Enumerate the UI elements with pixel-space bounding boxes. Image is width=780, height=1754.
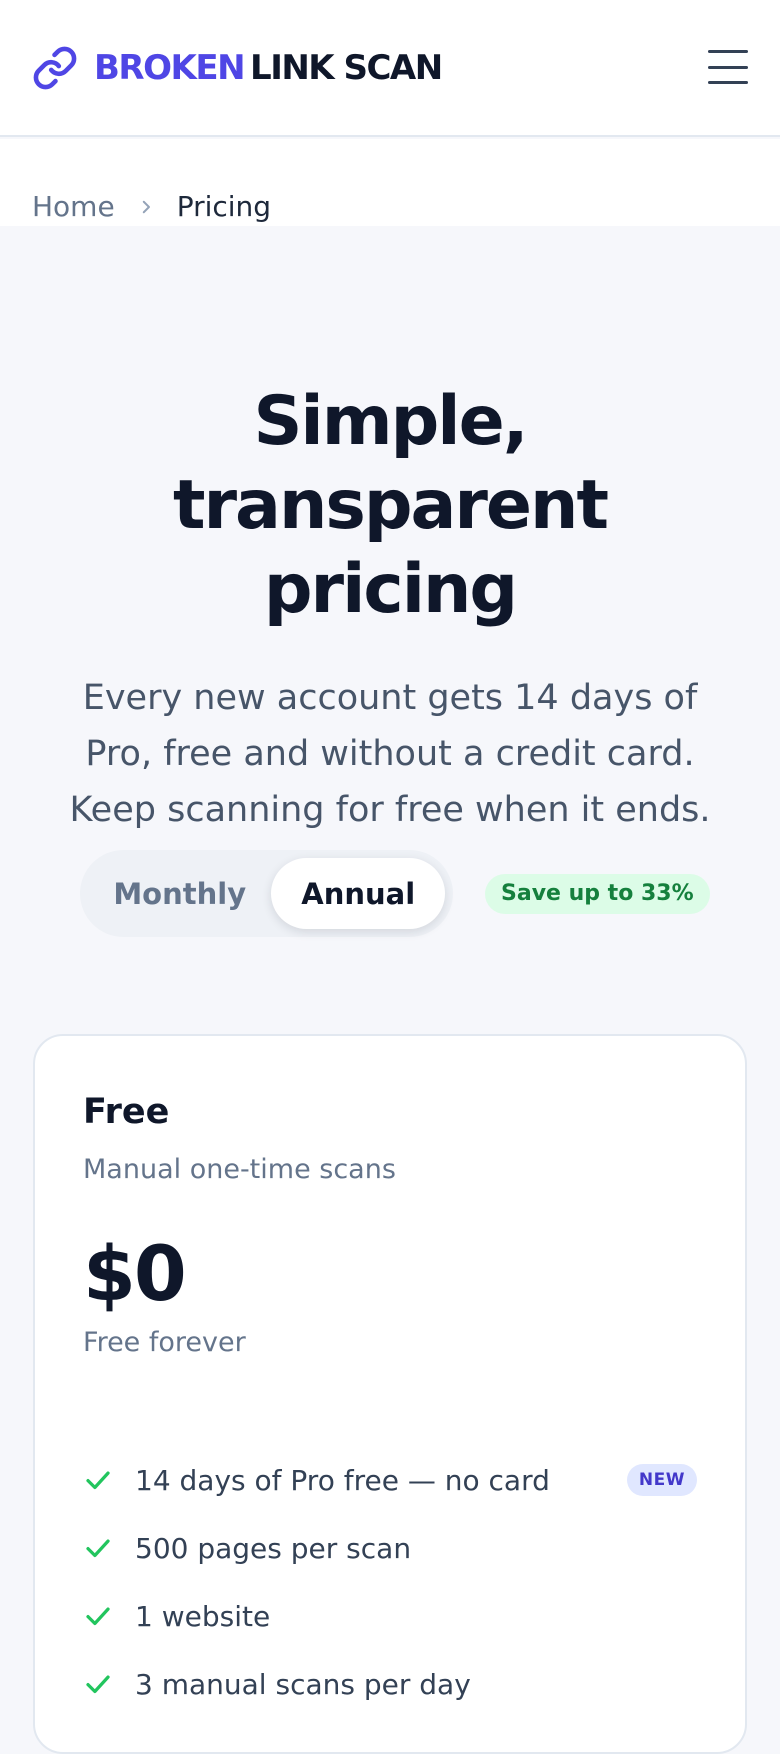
- page-title: Simple, transparent pricing: [173, 382, 609, 629]
- toggle-monthly[interactable]: Monthly: [88, 858, 271, 929]
- billing-period-toggle: Monthly Annual: [80, 850, 453, 937]
- plan-period: Free forever: [83, 1327, 246, 1358]
- breadcrumb-home-link[interactable]: Home: [32, 190, 115, 223]
- link-icon: [32, 45, 78, 91]
- feature-text: 500 pages per scan: [135, 1531, 412, 1565]
- check-icon: [83, 1465, 113, 1495]
- savings-badge: Save up to 33%: [485, 873, 710, 914]
- breadcrumb-current: Pricing: [176, 190, 272, 223]
- feature-text: 3 manual scans per day: [135, 1667, 471, 1701]
- plan-description: Manual one-time scans: [83, 1154, 396, 1185]
- check-icon: [83, 1533, 113, 1563]
- plan-price: $0: [83, 1229, 187, 1318]
- plan-card-free: Free Manual one-time scans $0 Free forev…: [33, 1034, 747, 1754]
- hamburger-menu-icon[interactable]: [708, 50, 748, 84]
- feature-text: 14 days of Pro free — no card: [135, 1463, 550, 1497]
- check-icon: [83, 1669, 113, 1699]
- plan-name: Free: [83, 1092, 170, 1132]
- feature-item: 14 days of Pro free — no card NEW: [83, 1446, 697, 1514]
- check-icon: [83, 1601, 113, 1631]
- brand-name-primary: BROKEN: [94, 47, 246, 88]
- toggle-annual[interactable]: Annual: [271, 858, 445, 929]
- brand-name-secondary: LINK SCAN: [250, 47, 443, 88]
- brand-logo[interactable]: BROKEN LINK SCAN: [32, 45, 443, 91]
- feature-item: 1 website: [83, 1582, 697, 1650]
- site-header: BROKEN LINK SCAN: [0, 0, 780, 137]
- billing-toggle-row: Monthly Annual Save up to 33%: [80, 850, 710, 937]
- plan-feature-list: 14 days of Pro free — no card NEW 500 pa…: [83, 1446, 697, 1718]
- page-subtitle: Every new account gets 14 days of Pro, f…: [69, 678, 711, 830]
- pricing-hero: Simple, transparent pricing Every new ac…: [0, 380, 780, 838]
- brand-name: BROKEN LINK SCAN: [94, 47, 443, 88]
- feature-item: 500 pages per scan: [83, 1514, 697, 1582]
- new-badge: NEW: [626, 1464, 697, 1496]
- feature-item: 3 manual scans per day: [83, 1650, 697, 1718]
- breadcrumb: Home Pricing: [0, 139, 780, 226]
- chevron-right-icon: [137, 198, 155, 216]
- feature-text: 1 website: [135, 1599, 271, 1633]
